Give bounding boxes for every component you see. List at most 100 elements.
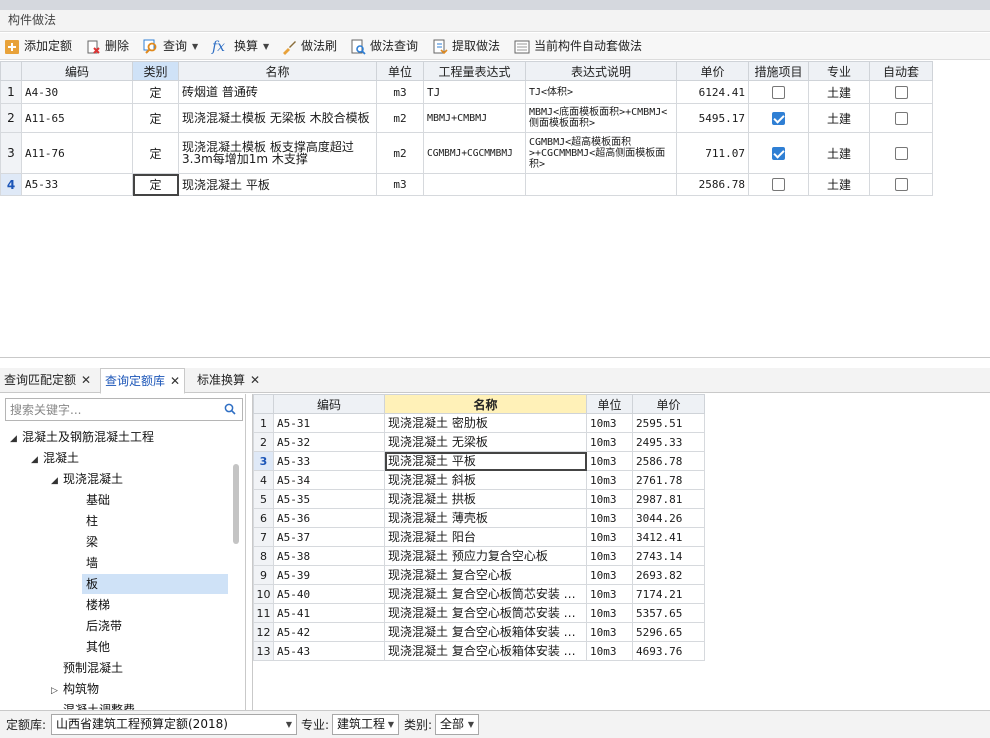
column-header-code[interactable]: 编码 <box>273 394 385 414</box>
cell-category[interactable]: 定 <box>132 103 179 133</box>
cell-unit[interactable]: 10m3 <box>586 584 633 604</box>
tree-scrollbar[interactable] <box>233 464 239 544</box>
cell-measure[interactable] <box>748 80 809 104</box>
cell-price[interactable]: 5357.65 <box>632 603 705 623</box>
tree-node-foundation[interactable]: 基础 <box>82 490 114 510</box>
cell-price[interactable]: 3412.41 <box>632 527 705 547</box>
cell-specialty[interactable]: 土建 <box>808 173 870 196</box>
add-quota-button[interactable]: 添加定额 <box>4 36 72 57</box>
cell-price[interactable]: 2761.78 <box>632 470 705 490</box>
auto-checkbox[interactable] <box>894 178 908 192</box>
cell-code[interactable]: A5-31 <box>273 413 385 433</box>
column-header-specialty[interactable]: 专业 <box>808 61 870 81</box>
tab-standard-conversion[interactable]: 标准换算 ✕ <box>193 368 264 393</box>
method-brush-button[interactable]: 做法刷 <box>281 36 337 57</box>
search-icon[interactable] <box>224 403 236 415</box>
tree-node-column[interactable]: 柱 <box>82 511 102 531</box>
column-header-description[interactable]: 表达式说明 <box>525 61 677 81</box>
column-header-unit[interactable]: 单位 <box>586 394 633 414</box>
auto-checkbox[interactable] <box>894 146 908 160</box>
cell-code[interactable]: A5-33 <box>273 451 385 471</box>
cell-name[interactable]: 砖烟道 普通砖 <box>178 80 377 104</box>
cell-code[interactable]: A5-36 <box>273 508 385 528</box>
cell-auto[interactable] <box>869 173 933 196</box>
cell-code[interactable]: A5-43 <box>273 641 385 661</box>
cell-unit[interactable]: 10m3 <box>586 470 633 490</box>
table-row[interactable]: 13 A5-43 现浇混凝土 复合空心板箱体安装 … 10m3 4693.76 <box>253 641 705 661</box>
cell-name[interactable]: 现浇混凝土 复合空心板筒芯安装 … <box>384 603 587 623</box>
measure-checkbox[interactable] <box>772 146 785 160</box>
cell-price[interactable]: 2693.82 <box>632 565 705 585</box>
table-row[interactable]: 3 A5-33 现浇混凝土 平板 10m3 2586.78 <box>253 451 705 471</box>
table-row[interactable]: 12 A5-42 现浇混凝土 复合空心板箱体安装 … 10m3 5296.65 <box>253 622 705 642</box>
tree-node-precast[interactable]: 预制混凝土 <box>63 658 123 678</box>
cell-unit[interactable]: 10m3 <box>586 508 633 528</box>
tree-node-post-pour-strip[interactable]: 后浇带 <box>82 616 126 636</box>
column-header-expression[interactable]: 工程量表达式 <box>423 61 526 81</box>
cell-code[interactable]: A5-39 <box>273 565 385 585</box>
cell-price[interactable]: 2586.78 <box>632 451 705 471</box>
cell-unit[interactable]: 10m3 <box>586 413 633 433</box>
cell-category[interactable]: 定 <box>132 132 179 174</box>
cell-auto[interactable] <box>869 103 933 133</box>
auto-apply-button[interactable]: 当前构件自动套做法 <box>514 36 642 57</box>
cell-price[interactable]: 4693.76 <box>632 641 705 661</box>
tab-query-quota-library[interactable]: 查询定额库 ✕ <box>100 368 186 394</box>
close-icon[interactable]: ✕ <box>81 373 91 387</box>
table-row[interactable]: 8 A5-38 现浇混凝土 预应力复合空心板 10m3 2743.14 <box>253 546 705 566</box>
measure-checkbox[interactable] <box>772 111 785 125</box>
tree-node-beam[interactable]: 梁 <box>82 532 102 552</box>
cell-code[interactable]: A5-41 <box>273 603 385 623</box>
table-row[interactable]: 10 A5-40 现浇混凝土 复合空心板筒芯安装 … 10m3 7174.21 <box>253 584 705 604</box>
cell-name[interactable]: 现浇混凝土 平板 <box>384 451 587 471</box>
cell-expression[interactable]: TJ <box>423 80 526 104</box>
column-header-auto[interactable]: 自动套 <box>869 61 933 81</box>
cell-code[interactable]: A5-42 <box>273 622 385 642</box>
cell-auto[interactable] <box>869 80 933 104</box>
column-header-name[interactable]: 名称 <box>178 61 377 81</box>
column-header-price[interactable]: 单价 <box>676 61 749 81</box>
tree-node-concrete[interactable]: ◢ 混凝土 <box>31 448 79 468</box>
cell-name[interactable]: 现浇混凝土 平板 <box>178 173 377 196</box>
measure-checkbox[interactable] <box>772 178 785 192</box>
cell-unit[interactable]: m3 <box>376 80 424 104</box>
cell-unit[interactable]: m3 <box>376 173 424 196</box>
cell-price[interactable]: 711.07 <box>676 132 749 174</box>
cell-name[interactable]: 现浇混凝土 预应力复合空心板 <box>384 546 587 566</box>
expand-arrow-icon[interactable]: ◢ <box>10 429 22 449</box>
table-row[interactable]: 2 A5-32 现浇混凝土 无梁板 10m3 2495.33 <box>253 432 705 452</box>
cell-unit[interactable]: 10m3 <box>586 527 633 547</box>
cell-measure[interactable] <box>748 103 809 133</box>
delete-button[interactable]: 删除 <box>85 36 129 57</box>
table-row[interactable]: 6 A5-36 现浇混凝土 薄壳板 10m3 3044.26 <box>253 508 705 528</box>
extract-method-button[interactable]: 提取做法 <box>432 36 500 57</box>
table-row[interactable]: 4 A5-33 定 现浇混凝土 平板 m3 2586.78 土建 <box>0 173 933 196</box>
cell-price[interactable]: 6124.41 <box>676 80 749 104</box>
cell-measure[interactable] <box>748 132 809 174</box>
tree-node-stairs[interactable]: 楼梯 <box>82 595 114 615</box>
cell-unit[interactable]: 10m3 <box>586 565 633 585</box>
column-header-code[interactable]: 编码 <box>21 61 133 81</box>
cell-code[interactable]: A5-38 <box>273 546 385 566</box>
cell-name[interactable]: 现浇混凝土 薄壳板 <box>384 508 587 528</box>
table-row[interactable]: 5 A5-35 现浇混凝土 拱板 10m3 2987.81 <box>253 489 705 509</box>
cell-name[interactable]: 现浇混凝土 阳台 <box>384 527 587 547</box>
tree-node-wall[interactable]: 墙 <box>82 553 102 573</box>
cell-specialty[interactable]: 土建 <box>808 80 870 104</box>
cell-name[interactable]: 现浇混凝土 复合空心板 <box>384 565 587 585</box>
category-select[interactable]: 全部 ▼ <box>435 714 479 735</box>
expand-arrow-icon[interactable]: ◢ <box>31 450 43 470</box>
table-row[interactable]: 11 A5-41 现浇混凝土 复合空心板筒芯安装 … 10m3 5357.65 <box>253 603 705 623</box>
column-header-name[interactable]: 名称 <box>384 394 587 414</box>
cell-name[interactable]: 现浇混凝土 复合空心板箱体安装 … <box>384 641 587 661</box>
convert-button[interactable]: fx 换算 ▼ <box>212 36 269 57</box>
cell-category[interactable]: 定 <box>132 80 179 104</box>
close-icon[interactable]: ✕ <box>170 374 180 388</box>
cell-price[interactable]: 2495.33 <box>632 432 705 452</box>
cell-unit[interactable]: m2 <box>376 103 424 133</box>
table-row[interactable]: 1 A5-31 现浇混凝土 密肋板 10m3 2595.51 <box>253 413 705 433</box>
cell-code[interactable]: A5-35 <box>273 489 385 509</box>
column-header-unit[interactable]: 单位 <box>376 61 424 81</box>
query-button[interactable]: 查询 ▼ <box>143 36 198 57</box>
column-header-measure[interactable]: 措施项目 <box>748 61 809 81</box>
